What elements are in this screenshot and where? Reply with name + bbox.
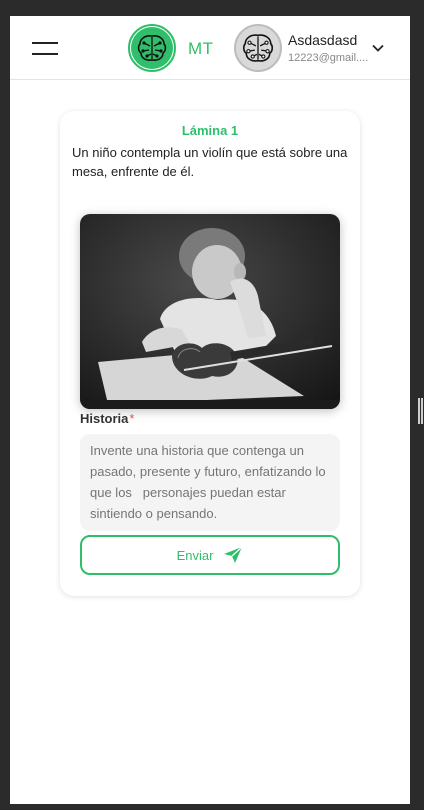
lamina-image — [80, 214, 340, 409]
top-navbar: MT Asdasdasd 12223@gmail.... — [10, 16, 410, 80]
card-description: Un niño contempla un violín que está sob… — [72, 145, 348, 179]
required-indicator: * — [129, 411, 135, 426]
brain-circuit-logo-icon — [131, 27, 173, 69]
scroll-handle[interactable] — [418, 398, 423, 424]
submit-button[interactable]: Enviar — [80, 535, 340, 575]
hamburger-menu-icon[interactable] — [32, 40, 58, 56]
brand-name: MT — [188, 39, 214, 58]
user-email: 12223@gmail.... — [288, 52, 369, 64]
story-label-text: Historia — [80, 411, 129, 426]
user-avatar[interactable] — [234, 24, 282, 72]
submit-label: Enviar — [176, 547, 214, 563]
lamina-card: Lámina 1 Un niño contempla un violín que… — [60, 111, 360, 596]
story-textarea[interactable] — [80, 434, 340, 531]
story-field-label: Historia* — [80, 411, 134, 426]
card-title: Lámina 1 — [181, 123, 239, 138]
chevron-down-icon[interactable] — [370, 40, 386, 56]
app-viewport: MT Asdasdasd 12223@gmail.... Lámina 1 Un… — [10, 16, 410, 804]
send-plane-icon — [224, 546, 243, 563]
user-name: Asdasdasd — [288, 32, 358, 48]
brand-logo[interactable] — [128, 24, 176, 72]
brain-circuit-avatar-icon — [242, 34, 274, 62]
